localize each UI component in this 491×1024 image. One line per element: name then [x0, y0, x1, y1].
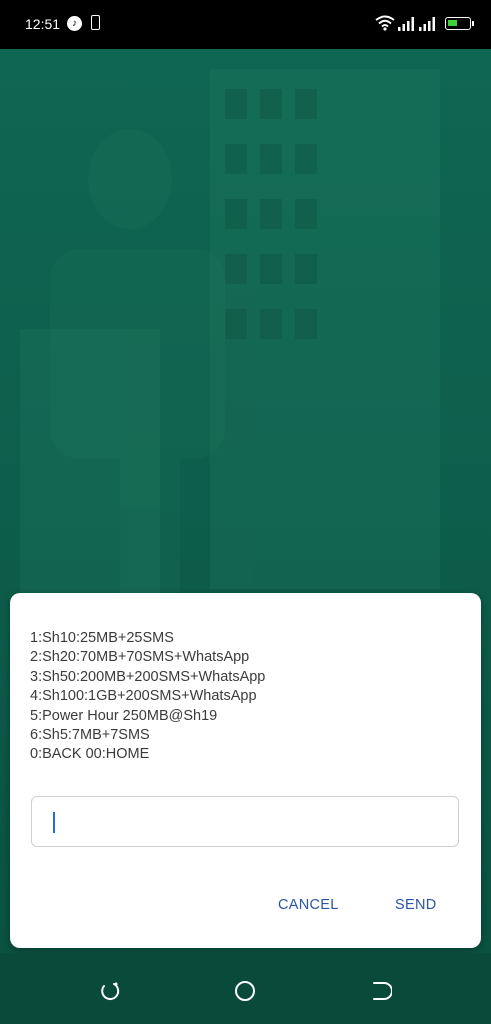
music-icon: ♪ — [67, 16, 82, 31]
menu-option: 1:Sh10:25MB+25SMS — [30, 630, 174, 646]
signal-icon — [398, 17, 414, 31]
send-button[interactable]: SEND — [395, 897, 437, 913]
menu-option: 3:Sh50:200MB+200SMS+WhatsApp — [30, 668, 266, 685]
battery-charging-icon — [445, 17, 474, 30]
signal-icon — [419, 17, 435, 31]
recents-icon[interactable] — [99, 980, 121, 1002]
back-icon[interactable] — [370, 980, 392, 1002]
text-cursor — [53, 812, 55, 833]
navigation-bar — [0, 953, 491, 1024]
cancel-button[interactable]: CANCEL — [278, 897, 339, 913]
menu-option: 0:BACK 00:HOME — [30, 746, 150, 763]
reply-input[interactable] — [31, 796, 459, 847]
menu-option: 6:Sh5:7MB+7SMS — [30, 727, 150, 744]
menu-option: 4:Sh100:1GB+200SMS+WhatsApp — [30, 688, 257, 705]
ussd-menu-message: 1:Sh10:25MB+25SMS 2:Sh20:70MB+70SMS+What… — [30, 629, 265, 765]
phone-icon — [91, 15, 100, 30]
home-icon[interactable] — [234, 980, 256, 1002]
menu-option: 2:Sh20:70MB+70SMS+WhatsApp — [30, 649, 250, 666]
ussd-dialog: 1:Sh10:25MB+25SMS 2:Sh20:70MB+70SMS+What… — [10, 593, 481, 948]
status-time: 12:51 — [25, 16, 61, 32]
menu-option: 5:Power Hour 250MB@Sh19 — [30, 707, 218, 724]
battery-level — [448, 20, 457, 26]
status-bar: 12:51 ♪ — [0, 0, 491, 49]
wifi-icon — [375, 15, 395, 31]
